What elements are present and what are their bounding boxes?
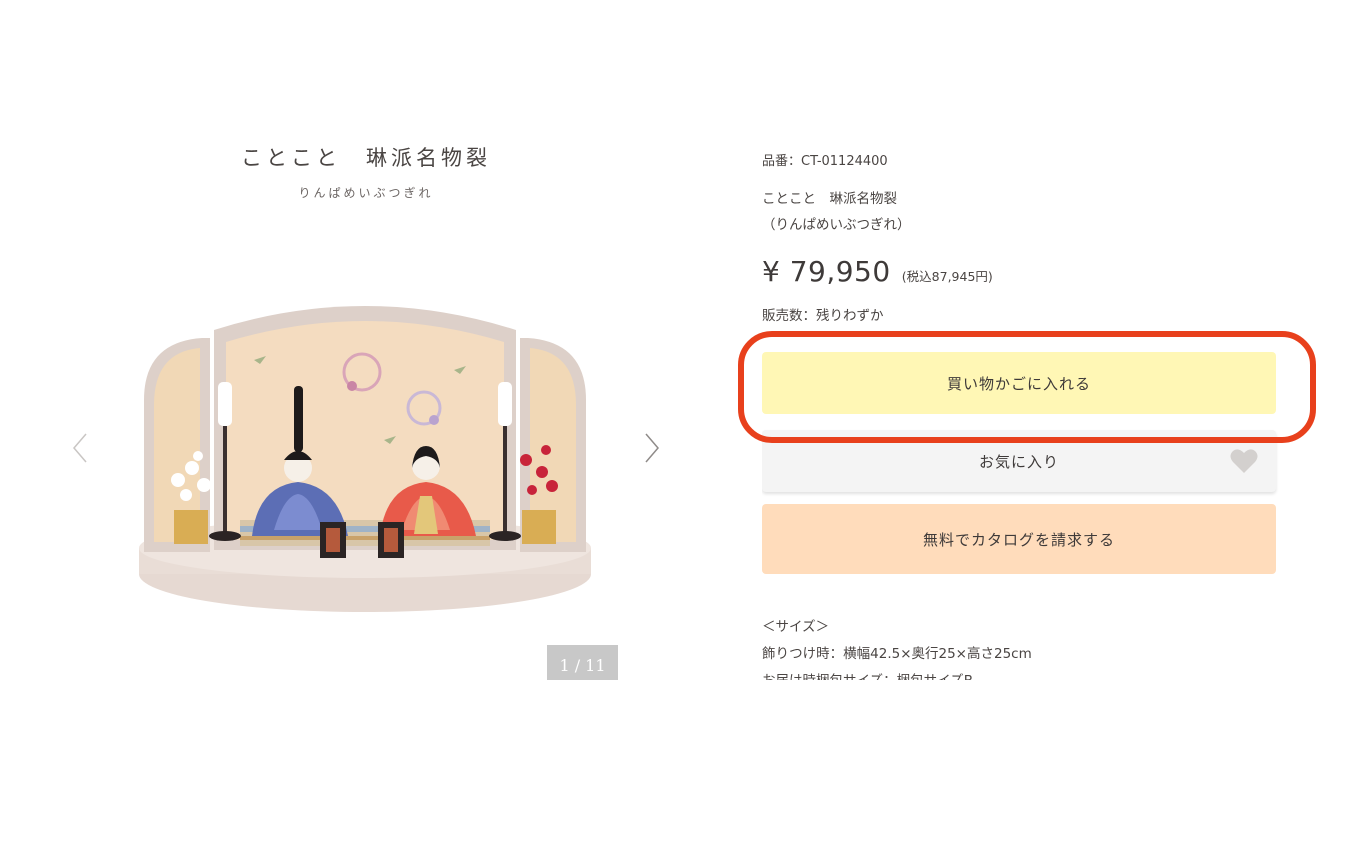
product-sku: 品番：CT-01124400: [762, 154, 888, 169]
size-heading: ＜サイズ＞: [762, 619, 830, 635]
product-image: [139, 306, 591, 612]
favorite-button[interactable]: お気に入り: [762, 430, 1276, 492]
product-name-line1: ことこと 琳派名物裂: [762, 191, 897, 207]
heart-icon: [1230, 449, 1258, 473]
add-to-cart-button[interactable]: 買い物かごに入れる: [762, 352, 1276, 414]
favorite-label: お気に入り: [978, 452, 1059, 471]
stock-status: 販売数：残りわずか: [762, 308, 884, 324]
chevron-left-icon: [73, 433, 87, 463]
product-name: ことこと 琳派名物裂 （りんぱめいぶつぎれ）: [762, 186, 911, 238]
product-price: ¥ 79,950: [762, 255, 891, 288]
request-catalog-button[interactable]: 無料でカタログを請求する: [762, 504, 1276, 574]
price-row: ¥ 79,950 (税込87,945円): [762, 255, 993, 288]
gallery-counter: 1 / 11: [547, 645, 618, 680]
product-tax-price: (税込87,945円): [901, 269, 993, 284]
chevron-right-icon: [645, 433, 659, 463]
request-catalog-label: 無料でカタログを請求する: [922, 530, 1115, 549]
gallery-prev-button[interactable]: [66, 428, 96, 468]
size-shipping: お届け時梱包サイズ：梱包サイズB: [762, 668, 1032, 680]
add-to-cart-label: 買い物かごに入れる: [946, 374, 1091, 393]
product-info: 品番：CT-01124400 ことこと 琳派名物裂 （りんぱめいぶつぎれ） ¥ …: [762, 140, 1322, 680]
product-name-line2: （りんぱめいぶつぎれ）: [762, 217, 911, 233]
gallery-next-button[interactable]: [636, 428, 666, 468]
product-title: ことこと 琳派名物裂: [241, 146, 491, 170]
product-gallery: ことこと 琳派名物裂 りんぱめいぶつぎれ 1 / 11: [66, 130, 666, 690]
product-subtitle: りんぱめいぶつぎれ: [298, 186, 434, 200]
size-info: ＜サイズ＞ 飾りつけ時：横幅42.5×奥行25×高さ25cm お届け時梱包サイズ…: [762, 614, 1032, 680]
size-dimensions: 飾りつけ時：横幅42.5×奥行25×高さ25cm: [762, 646, 1032, 662]
